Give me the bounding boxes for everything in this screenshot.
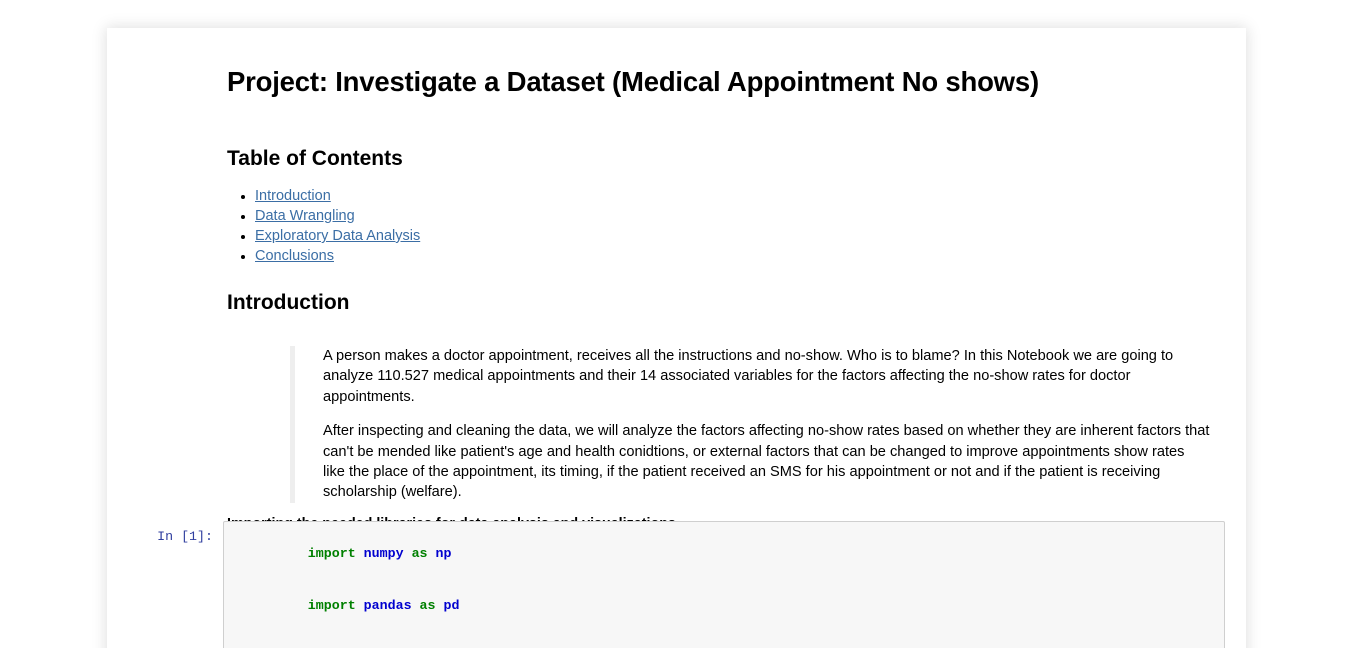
code-token-as: as: [419, 597, 436, 613]
code-token-keyword: import: [307, 597, 356, 613]
code-line: import matplotlib.pyplot as plt: [228, 631, 1220, 648]
page-title: Project: Investigate a Dataset (Medical …: [227, 66, 1039, 97]
toc-link-data-wrangling[interactable]: Data Wrangling: [255, 208, 355, 224]
code-token-alias: pd: [443, 597, 460, 613]
code-line: import pandas as pd: [228, 580, 1220, 632]
introduction-heading: Introduction: [227, 291, 350, 314]
toc-link-introduction[interactable]: Introduction: [255, 188, 331, 204]
blockquote-paragraph-2: After inspecting and cleaning the data, …: [323, 423, 1210, 501]
toc-link-exploratory-data-analysis[interactable]: Exploratory Data Analysis: [255, 228, 420, 244]
code-token-module: pandas: [363, 597, 412, 613]
blockquote-paragraph-1: A person makes a doctor appointment, rec…: [323, 348, 1174, 405]
list-item: Conclusions: [227, 246, 420, 266]
screenshot-viewport: Project: Investigate a Dataset (Medical …: [0, 0, 1346, 648]
code-editor-area[interactable]: import numpy as np import pandas as pd i…: [223, 521, 1225, 648]
code-token-as: as: [411, 546, 428, 562]
code-cell[interactable]: In [1]: import numpy as np import pandas…: [155, 521, 1225, 648]
toc-link-conclusions[interactable]: Conclusions: [255, 248, 334, 264]
code-line: import numpy as np: [228, 528, 1220, 580]
table-of-contents-list: Introduction Data Wrangling Exploratory …: [227, 186, 420, 266]
code-token-alias: np: [435, 546, 452, 562]
list-item: Data Wrangling: [227, 206, 420, 226]
cell-execution-prompt: In [1]:: [157, 529, 213, 544]
code-token-module: numpy: [363, 546, 404, 562]
list-item: Exploratory Data Analysis: [227, 226, 420, 246]
list-item: Introduction: [227, 186, 420, 206]
code-token-keyword: import: [307, 546, 356, 562]
notebook-page: Project: Investigate a Dataset (Medical …: [107, 28, 1246, 648]
table-of-contents-heading: Table of Contents: [227, 147, 403, 170]
introduction-blockquote: A person makes a doctor appointment, rec…: [290, 346, 1210, 503]
